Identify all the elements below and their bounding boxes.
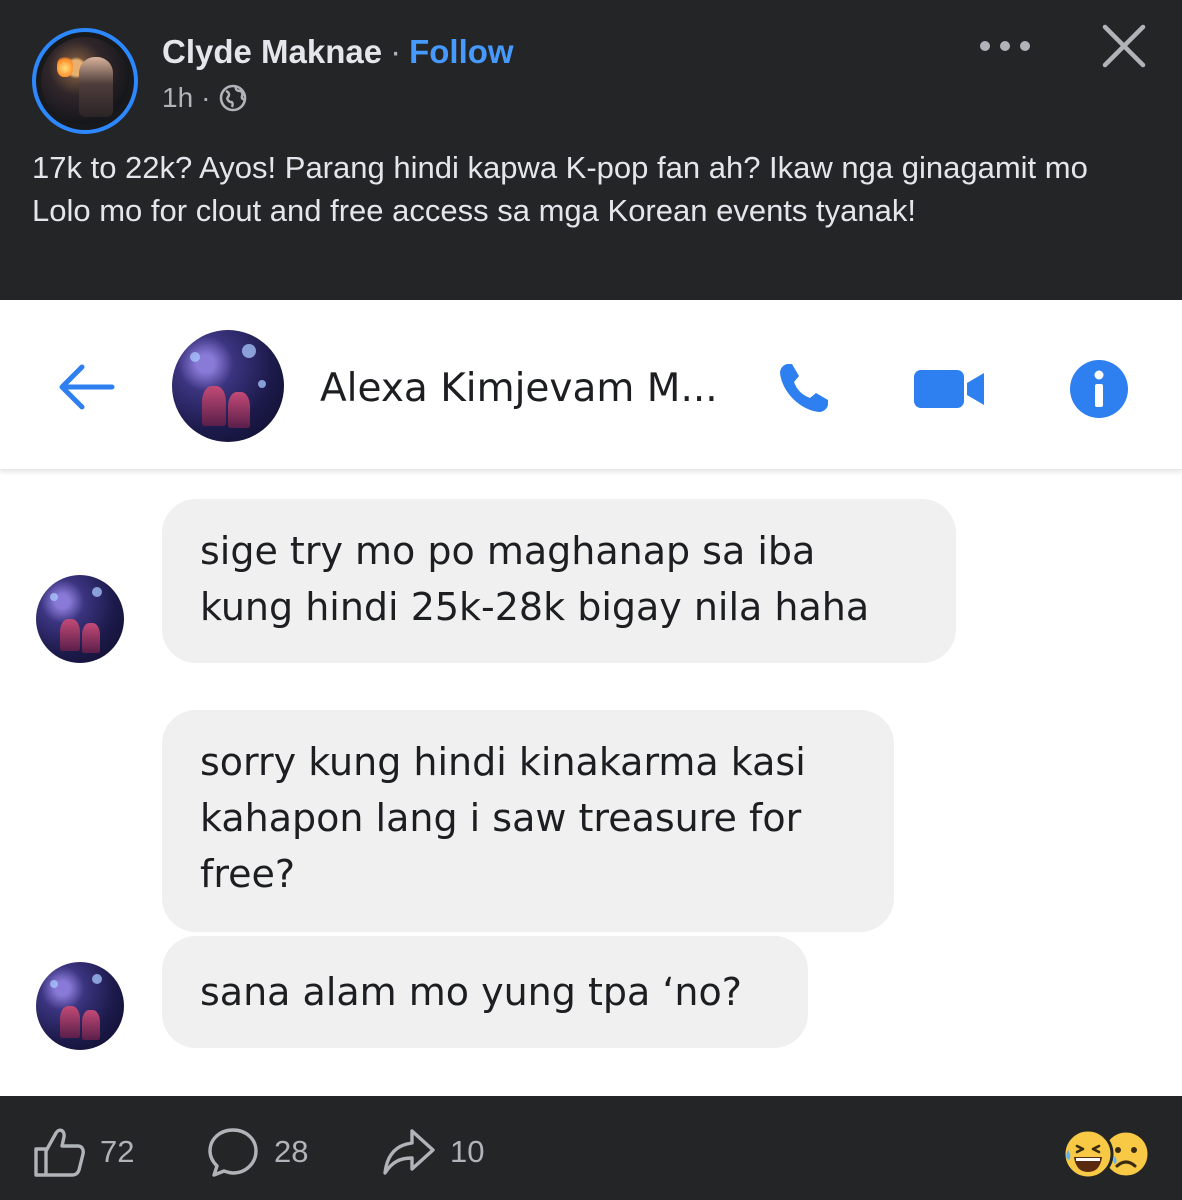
author-avatar[interactable]	[32, 28, 138, 134]
author-name[interactable]: Clyde Maknae	[162, 33, 382, 70]
contact-name: Alexa Kimjevam M...	[320, 366, 718, 411]
comment-count: 28	[274, 1134, 309, 1169]
post-image[interactable]: Alexa Kimjevam M... sige try mo po magha…	[0, 300, 1182, 1096]
message-bubble: sana alam mo yung tpa ‘no?	[162, 936, 808, 1048]
message-bubble: sige try mo po maghanap sa iba kung hind…	[162, 499, 956, 663]
close-icon[interactable]	[1098, 20, 1150, 72]
messenger-header: Alexa Kimjevam M...	[0, 300, 1182, 470]
post-meta: 1h ·	[162, 80, 248, 116]
like-count: 72	[100, 1134, 135, 1169]
share-icon	[383, 1129, 435, 1175]
globe-icon	[220, 84, 247, 112]
post-actions-bar: 72 28 10	[0, 1096, 1182, 1200]
meta-separator: ·	[201, 82, 211, 113]
reaction-emojis[interactable]	[1060, 1128, 1154, 1180]
phone-icon	[780, 364, 828, 412]
author-avatar-image	[41, 37, 129, 125]
author-separator: ·	[390, 33, 402, 70]
back-arrow-icon	[59, 364, 115, 410]
sender-avatar	[36, 962, 124, 1050]
post-header: Clyde Maknae · Follow 1h · 17k to 22k? Ayo…	[0, 0, 1182, 300]
share-button[interactable]: 10	[382, 1126, 484, 1178]
share-count: 10	[450, 1134, 485, 1169]
like-button[interactable]: 72	[32, 1126, 134, 1178]
author-line: Clyde Maknae · Follow	[162, 32, 514, 72]
laughing-face-icon	[1062, 1128, 1114, 1180]
sender-avatar	[36, 575, 124, 663]
post-body-text: 17k to 22k? Ayos! Parang hindi kapwa K-p…	[32, 150, 1088, 228]
info-icon	[1070, 360, 1128, 418]
follow-button[interactable]: Follow	[409, 33, 513, 70]
post-time[interactable]: 1h	[162, 80, 193, 116]
comment-icon	[208, 1128, 258, 1177]
contact-avatar	[172, 330, 284, 442]
message-bubble: sorry kung hindi kinakarma kasi kahapon …	[162, 710, 894, 932]
video-camera-icon	[914, 370, 984, 408]
more-options-icon[interactable]	[980, 34, 1030, 58]
thumbs-up-icon	[34, 1128, 85, 1177]
comment-button[interactable]: 28	[206, 1126, 308, 1178]
